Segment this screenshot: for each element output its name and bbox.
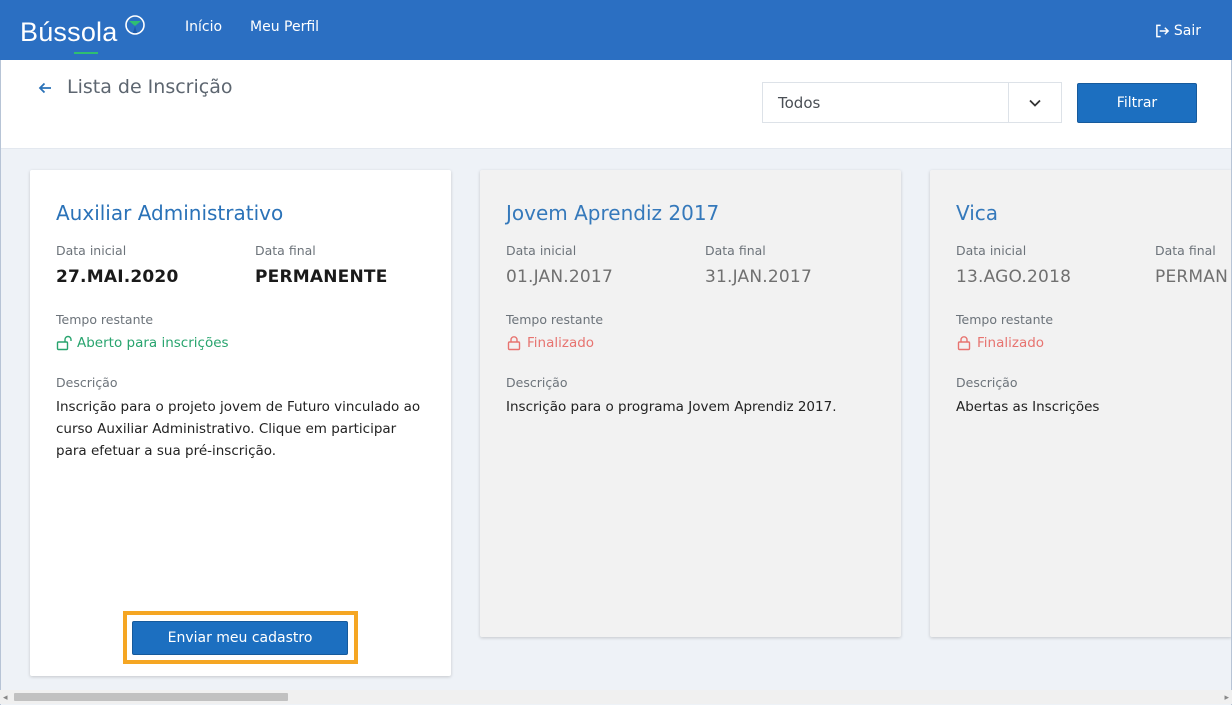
description-label: Descrição	[956, 375, 1018, 390]
sign-out-icon	[1156, 24, 1170, 38]
start-date: 13.AGO.2018	[956, 267, 1072, 287]
remaining-time-label: Tempo restante	[956, 312, 1054, 327]
logout-label: Sair	[1173, 23, 1201, 39]
registration-card: Jovem Aprendiz 2017 Data inicial 01.JAN.…	[480, 170, 901, 637]
lock-icon	[507, 336, 521, 351]
start-date: 01.JAN.2017	[506, 267, 613, 287]
unlock-icon	[56, 335, 72, 351]
card-title: Auxiliar Administrativo	[56, 201, 284, 225]
status-filter-select[interactable]: Todos	[762, 82, 1062, 123]
description-label: Descrição	[506, 375, 568, 390]
registration-card: Auxiliar Administrativo Data inicial 27.…	[30, 170, 451, 676]
end-date: PERMANENTE	[255, 267, 388, 287]
end-date-label: Data final	[1155, 243, 1216, 258]
description-text: Inscrição para o programa Jovem Aprendiz…	[506, 399, 837, 415]
page-title: Lista de Inscrição	[67, 76, 233, 98]
page-header: Lista de Inscrição Todos Filtrar	[1, 60, 1231, 149]
status-text: Finalizado	[977, 335, 1045, 351]
card-title: Jovem Aprendiz 2017	[506, 201, 720, 225]
scroll-left-icon[interactable]: ◂	[3, 693, 8, 703]
status-badge: Aberto para inscrições	[56, 335, 229, 351]
nav-link-meu-perfil[interactable]: Meu Perfil	[250, 19, 319, 35]
description-label: Descrição	[56, 375, 118, 390]
end-date-label: Data final	[255, 243, 316, 258]
end-date-label: Data final	[705, 243, 766, 258]
arrow-left-icon[interactable]	[37, 80, 53, 96]
horizontal-scrollbar[interactable]: ◂ ▸	[0, 690, 1232, 704]
start-date-label: Data inicial	[56, 243, 127, 258]
end-date: 31.JAN.2017	[705, 267, 812, 287]
remaining-time-label: Tempo restante	[506, 312, 604, 327]
remaining-time-label: Tempo restante	[56, 312, 154, 327]
send-registration-button[interactable]: Enviar meu cadastro	[132, 621, 348, 655]
start-date: 27.MAI.2020	[56, 267, 179, 287]
status-badge: Finalizado	[956, 335, 1044, 351]
status-text: Aberto para inscrições	[77, 335, 229, 351]
brand-name: Bússola	[20, 17, 118, 47]
end-date: PERMAN	[1155, 267, 1229, 287]
description-text: Abertas as Inscrições	[956, 399, 1100, 415]
card-title: Vica	[956, 201, 999, 225]
scrollbar-thumb[interactable]	[14, 693, 288, 701]
nav-link-inicio[interactable]: Início	[185, 19, 222, 35]
logout-button[interactable]: Sair	[1155, 23, 1201, 39]
chevron-down-icon	[1029, 99, 1041, 107]
scroll-right-icon[interactable]: ▸	[1224, 693, 1229, 703]
window-border-left	[0, 60, 1, 705]
status-badge: Finalizado	[506, 335, 594, 351]
filter-button[interactable]: Filtrar	[1077, 83, 1197, 123]
status-text: Finalizado	[527, 335, 595, 351]
select-value: Todos	[778, 94, 821, 112]
compass-icon	[125, 15, 145, 35]
brand-underline	[74, 52, 98, 54]
top-navbar: Bússola Início Meu Perfil Sair	[0, 0, 1232, 60]
select-divider	[1008, 83, 1009, 122]
description-text: Inscrição para o projeto jovem de Futuro…	[56, 399, 421, 459]
start-date-label: Data inicial	[956, 243, 1027, 258]
lock-icon	[957, 336, 971, 351]
start-date-label: Data inicial	[506, 243, 577, 258]
registration-card: Vica Data inicial 13.AGO.2018 Data final…	[930, 170, 1232, 637]
brand-logo[interactable]: Bússola	[20, 12, 145, 54]
